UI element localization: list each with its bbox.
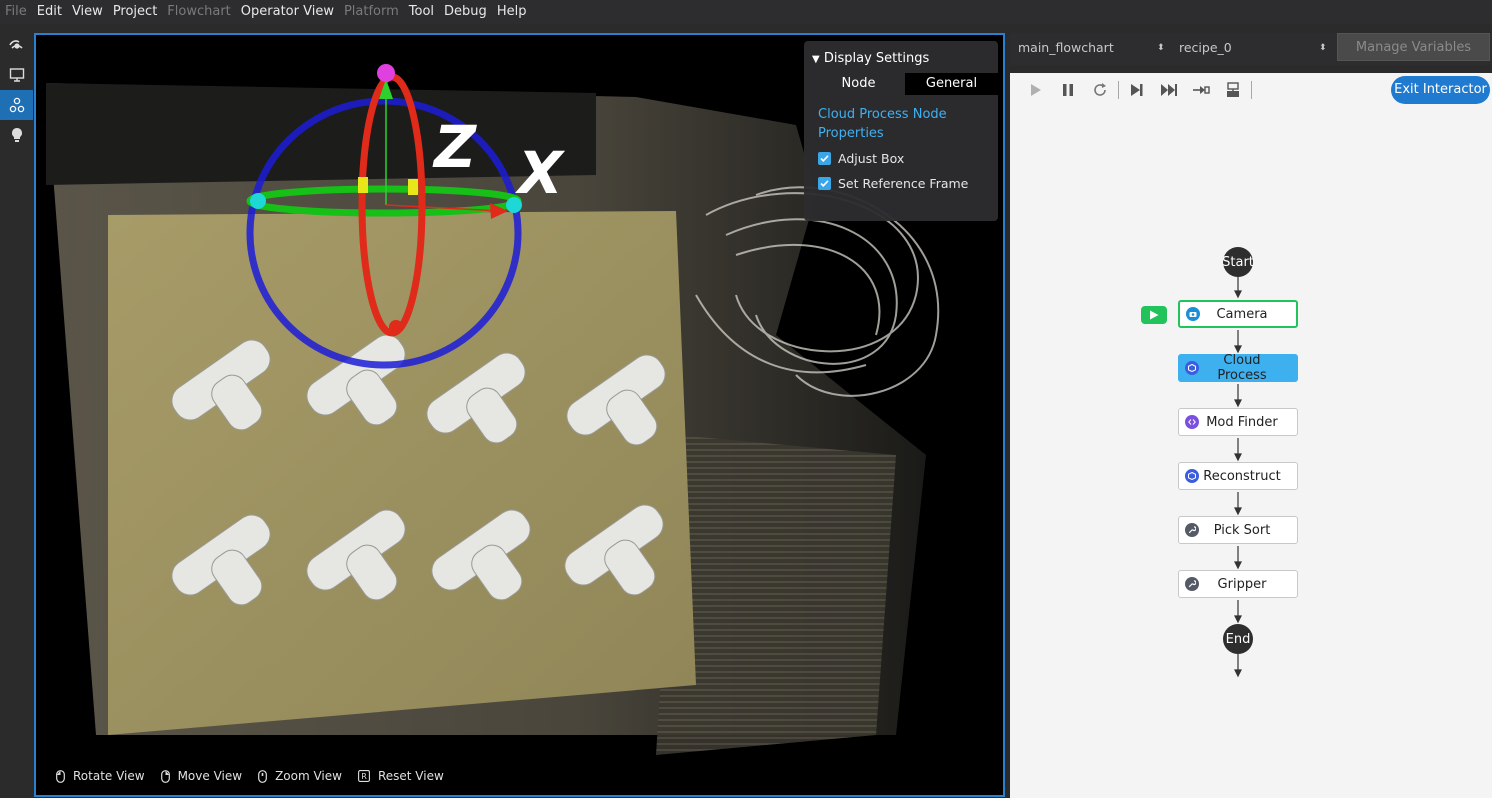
cube-icon: [1185, 361, 1199, 375]
flow-node-mod-finder[interactable]: Mod Finder: [1178, 408, 1298, 436]
eye-icon: [8, 40, 23, 49]
display-settings-tabs: Node General: [812, 73, 998, 95]
hint-label: Reset View: [377, 769, 444, 783]
set-reference-frame-label: Set Reference Frame: [838, 176, 969, 191]
mouse-left-icon: [56, 769, 65, 783]
node-label: Mod Finder: [1206, 414, 1278, 430]
menu-debug[interactable]: Debug: [439, 0, 492, 24]
hint-rotate: Rotate View: [56, 769, 145, 783]
node-label: Camera: [1216, 306, 1268, 322]
menu-tool[interactable]: Tool: [404, 0, 439, 24]
left-sidebar: [0, 24, 33, 798]
menu-view[interactable]: View: [67, 0, 108, 24]
key-r-icon: R: [358, 770, 370, 782]
start-node[interactable]: Start: [1222, 247, 1254, 277]
node-label: Cloud Process: [1217, 353, 1267, 383]
menu-platform[interactable]: Platform: [339, 0, 404, 24]
checkbox-checked-icon: [818, 152, 831, 165]
sidebar-item-monitor[interactable]: [0, 60, 33, 90]
menu-project[interactable]: Project: [108, 0, 162, 24]
node-label: Pick Sort: [1213, 522, 1271, 538]
hint-zoom: Zoom View: [258, 769, 342, 783]
wrench-icon: [1185, 577, 1199, 591]
sidebar-item-view[interactable]: [0, 30, 33, 60]
gizmo-x-label: X: [515, 139, 566, 207]
node-label: Gripper: [1217, 576, 1267, 592]
adjust-box-checkbox[interactable]: Adjust Box: [818, 151, 904, 166]
select-arrows-icon[interactable]: ⬍: [1157, 37, 1165, 59]
select-arrows-icon[interactable]: ⬍: [1319, 37, 1327, 59]
recipe-select[interactable]: recipe_0: [1179, 37, 1319, 59]
hint-label: Zoom View: [275, 769, 342, 783]
flow-node-pick-sort[interactable]: Pick Sort: [1178, 516, 1298, 544]
menu-bar: File Edit View Project Flowchart Operato…: [0, 0, 1492, 24]
flowchart-select[interactable]: main_flowchart: [1018, 37, 1168, 59]
monitor-icon: [9, 68, 24, 82]
sidebar-item-flowchart[interactable]: [0, 90, 33, 120]
flowchart-panel: main_flowchart ⬍ recipe_0 ⬍ Manage Varia…: [1010, 33, 1492, 798]
flow-node-camera[interactable]: Camera: [1178, 300, 1298, 328]
hint-label: Rotate View: [73, 769, 145, 783]
svg-text:R: R: [361, 772, 367, 781]
hint-label: Move View: [177, 769, 243, 783]
flow-topbar: main_flowchart ⬍ recipe_0 ⬍ Manage Varia…: [1010, 33, 1492, 65]
menu-edit[interactable]: Edit: [32, 0, 67, 24]
cube-icon: [1185, 469, 1199, 483]
hint-move: Move View: [160, 769, 243, 783]
lightbulb-icon: [11, 128, 22, 142]
flow-node-gripper[interactable]: Gripper: [1178, 570, 1298, 598]
end-node[interactable]: End: [1223, 624, 1253, 654]
display-settings-panel: ▼ Display Settings Node General Cloud Pr…: [804, 41, 998, 221]
flow-node-reconstruct[interactable]: Reconstruct: [1178, 462, 1298, 490]
tab-node[interactable]: Node: [812, 73, 905, 95]
flow-node-cloud-process[interactable]: Cloud Process: [1178, 353, 1298, 383]
flowchart-canvas[interactable]: Exit Interactor Start Camera Cloud Proce…: [1010, 73, 1492, 798]
display-settings-title: Display Settings: [823, 51, 930, 66]
checkbox-checked-icon: [818, 177, 831, 190]
running-indicator: [1141, 306, 1167, 324]
3d-viewport[interactable]: Z X ▼ Display Settings Node General Clou…: [34, 33, 1005, 797]
display-settings-header[interactable]: ▼ Display Settings: [812, 51, 929, 66]
menu-file[interactable]: File: [0, 0, 32, 24]
tab-general[interactable]: General: [905, 73, 998, 95]
sidebar-item-tips[interactable]: [0, 120, 33, 150]
wrench-icon: [1185, 523, 1199, 537]
adjust-box-label: Adjust Box: [838, 151, 905, 166]
play-icon: [1150, 310, 1159, 320]
section-title: Cloud Process Node Properties: [818, 107, 947, 141]
menu-operator-view[interactable]: Operator View: [236, 0, 339, 24]
node-label: Reconstruct: [1203, 468, 1281, 484]
menu-flowchart[interactable]: Flowchart: [162, 0, 235, 24]
gizmo-z-label: Z: [432, 113, 477, 181]
camera-icon: [1186, 307, 1200, 321]
menu-help[interactable]: Help: [492, 0, 532, 24]
mouse-right-icon: [160, 769, 170, 783]
mouse-wheel-icon: [258, 769, 267, 783]
hint-reset: R Reset View: [358, 769, 444, 783]
view-hints: Rotate View Move View Zoom View R Reset …: [56, 769, 460, 783]
collapse-triangle-icon: ▼: [812, 54, 820, 65]
set-reference-frame-checkbox[interactable]: Set Reference Frame: [818, 176, 968, 191]
code-icon: [1185, 415, 1199, 429]
flowchart-icon: [9, 97, 24, 113]
manage-variables-button[interactable]: Manage Variables: [1337, 33, 1490, 61]
